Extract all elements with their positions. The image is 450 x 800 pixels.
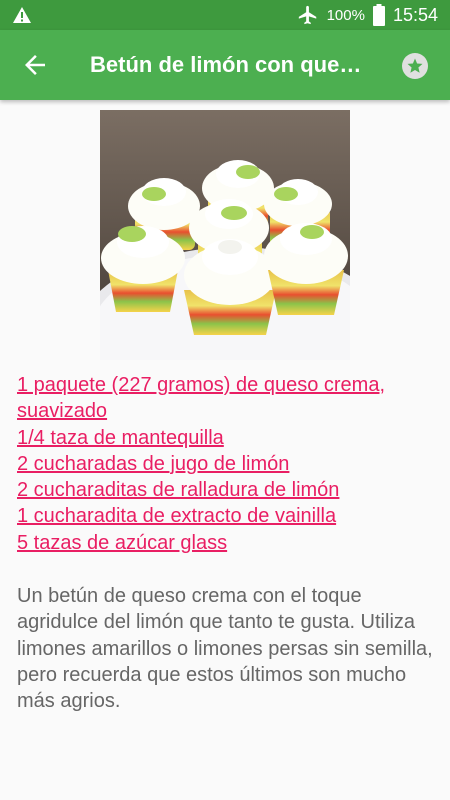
- status-time: 15:54: [392, 4, 438, 25]
- ingredient-link[interactable]: 2 cucharaditas de ralladura de limón: [17, 477, 437, 503]
- recipe-description: Un betún de queso crema con el toque agr…: [17, 585, 433, 713]
- ingredient-link[interactable]: 2 cucharadas de jugo de limón: [17, 451, 437, 477]
- recipe-photo: [100, 110, 350, 360]
- arrow-back-icon[interactable]: [18, 50, 52, 80]
- cupcake-front-right: [264, 223, 348, 315]
- airplane-mode-icon: [298, 5, 316, 25]
- ingredient-link[interactable]: 1 paquete (227 gramos) de queso crema, s…: [17, 372, 437, 425]
- battery-icon: [372, 4, 385, 26]
- page-title: Betún de limón con queso crema: [90, 52, 372, 77]
- battery-percent: 100%: [326, 6, 365, 24]
- ingredients-list: 1 paquete (227 gramos) de queso crema, s…: [17, 372, 437, 556]
- ingredient-link[interactable]: 5 tazas de azúcar glass: [17, 530, 437, 556]
- favorite-button[interactable]: [402, 53, 428, 79]
- ingredient-link[interactable]: 1 cucharadita de extracto de vainilla: [17, 503, 437, 529]
- warning-icon: [13, 7, 31, 23]
- cupcakes-photo: [100, 110, 350, 360]
- ingredient-link[interactable]: 1/4 taza de mantequilla: [17, 425, 437, 451]
- star-icon: [407, 58, 423, 73]
- status-right-group: 100% 15:54: [297, 0, 438, 30]
- app-bar: Betún de limón con queso crema: [0, 30, 450, 100]
- status-bar: 100% 15:54: [0, 0, 450, 30]
